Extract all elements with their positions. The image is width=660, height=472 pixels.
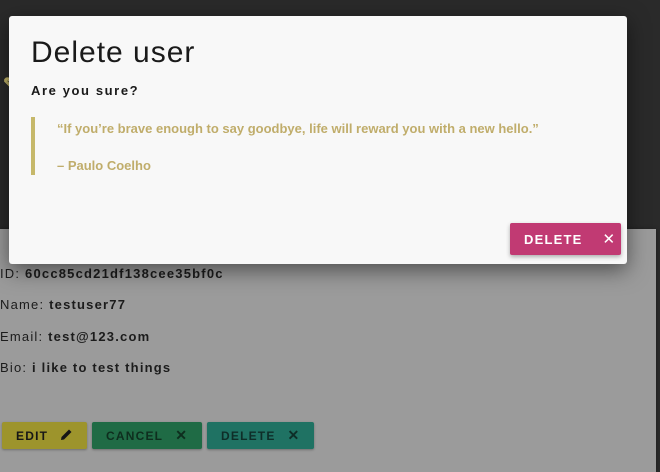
user-email-value: test@123.com [48,329,151,344]
dialog-title: Delete user [31,36,196,69]
quote-block: “If you’re brave enough to say goodbye, … [31,117,595,175]
user-action-buttons: EDIT CANCEL ✕ DELETE ✕ [2,422,314,449]
cancel-button-label: CANCEL [106,428,164,443]
user-bio-label: Bio: [0,360,33,375]
edit-button-label: EDIT [16,428,49,443]
user-bio-value: i like to test things [32,360,172,375]
user-email-line: Email: test@123.com [0,329,150,344]
user-id-value: 60cc85cd21df138cee35bf0c [25,266,224,281]
user-name-value: testuser77 [49,297,127,312]
user-name-label: Name: [0,297,50,312]
quote-text: “If you’re brave enough to say goodbye, … [57,121,539,136]
dialog-subtitle: Are you sure? [31,83,140,98]
delete-button-label: DELETE [221,428,276,443]
delete-button[interactable]: DELETE ✕ [207,422,314,449]
delete-user-dialog: Delete user Are you sure? “If you’re bra… [9,16,627,264]
user-name-line: Name: testuser77 [0,297,126,312]
quote-author: – Paulo Coelho [57,158,151,173]
close-icon: ✕ [175,427,189,443]
cancel-button[interactable]: CANCEL ✕ [92,422,202,449]
close-icon: ✕ [602,231,617,248]
user-bio-line: Bio: i like to test things [0,360,171,375]
user-email-label: Email: [0,329,49,344]
pencil-icon [60,428,73,444]
close-icon: ✕ [287,427,301,443]
edit-button[interactable]: EDIT [2,422,87,449]
user-id-label: ID: [0,266,26,281]
confirm-delete-button[interactable]: DELETE ✕ [510,223,621,255]
confirm-delete-label: DELETE [524,231,583,247]
user-id-line: ID: 60cc85cd21df138cee35bf0c [0,266,224,281]
